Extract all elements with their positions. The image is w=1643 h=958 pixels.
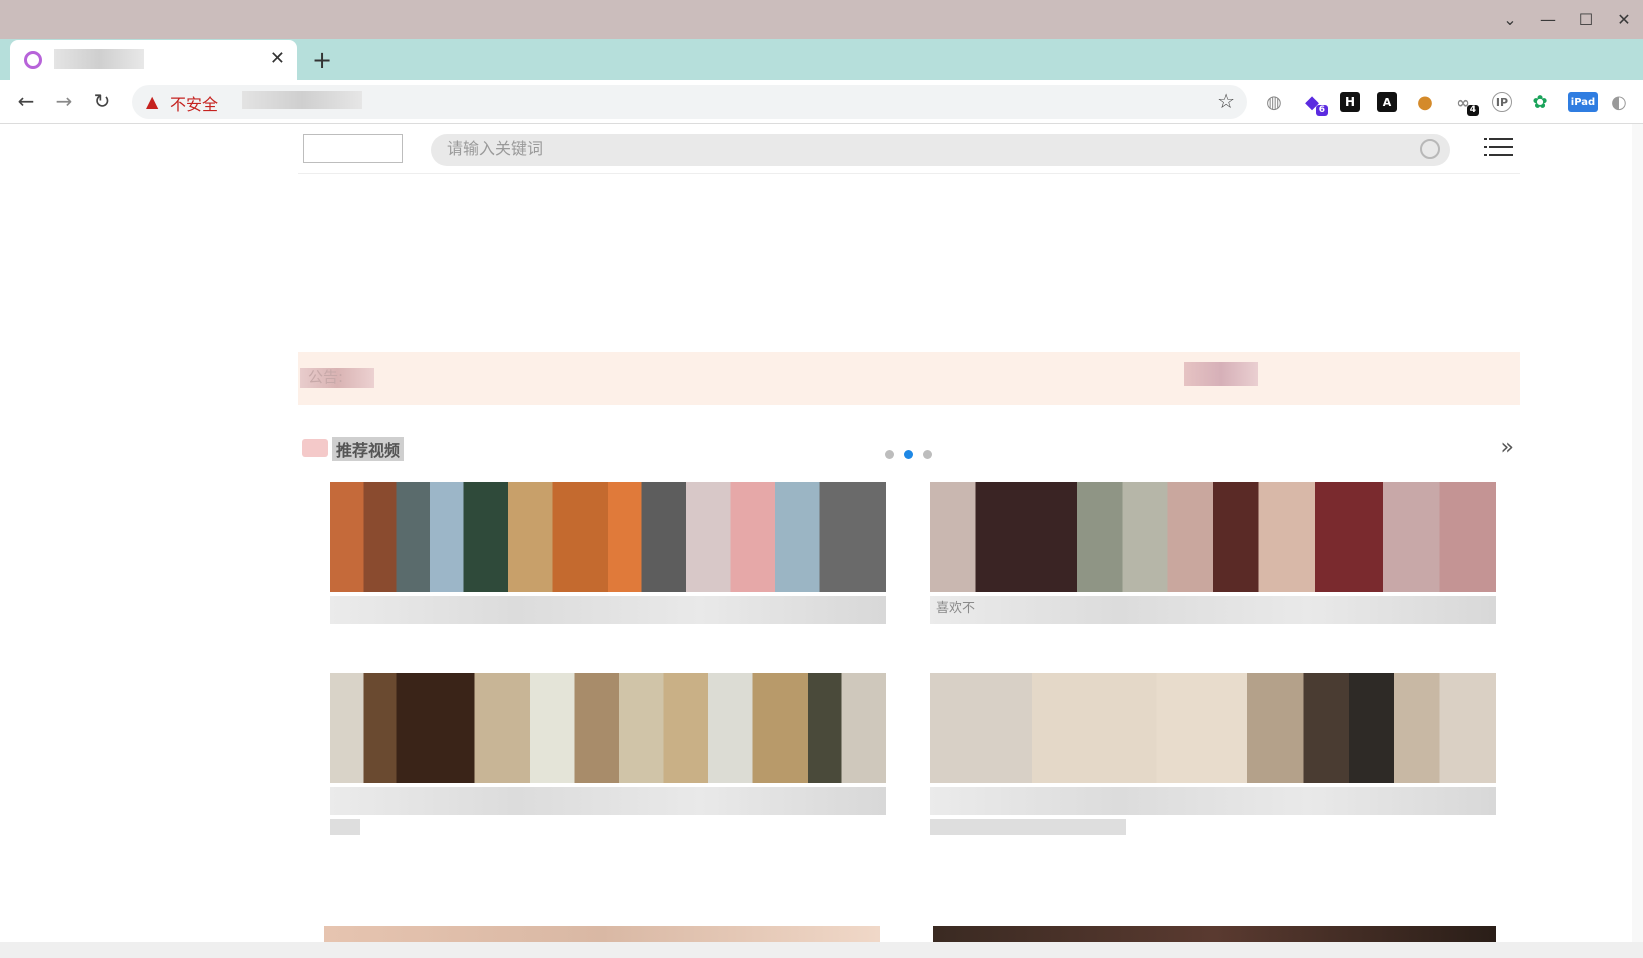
aitab-ext-glyph: A [1382,95,1392,109]
video-thumbnail[interactable] [930,673,1496,783]
video-thumbnail[interactable] [930,482,1496,592]
ip-ext-glyph: IP [1495,95,1509,109]
video-thumbnail[interactable] [330,482,886,592]
section-title: 推荐视频 [332,437,405,461]
recommended-section-header: 推荐视频 » [298,435,1520,465]
video-thumbnail[interactable] [933,926,1496,942]
page-viewport: 公告: 推荐视频 » 喜欢不 [0,124,1643,942]
notice-bar: 公告: [298,352,1520,405]
video-card[interactable] [933,926,1496,942]
notice-link[interactable] [1184,362,1258,386]
search-bar [431,134,1450,166]
video-caption[interactable] [330,787,886,815]
video-card[interactable] [324,926,880,942]
video-caption[interactable] [330,596,886,624]
video-caption[interactable] [930,787,1496,815]
ipad-ext-glyph: iPad [1570,96,1596,108]
site-favicon-icon [24,51,42,69]
globe-ext-icon[interactable]: ◍ [1264,91,1284,113]
url-text[interactable] [242,91,362,109]
mouse-ext-icon[interactable]: ◐ [1609,91,1629,113]
video-meta [930,819,1126,835]
more-chevron-icon[interactable]: » [1501,435,1514,460]
horizontal-scrollbar[interactable] [0,942,1643,958]
tab-search-chevron-icon[interactable]: ⌄ [1491,0,1529,39]
cube-ext-icon[interactable]: ◆ 6 [1302,92,1328,116]
browser-tab[interactable]: ✕ [10,40,297,80]
video-thumbnail[interactable] [330,673,886,783]
mouse-ext-glyph: ◐ [1611,91,1627,113]
gear-ext-glyph: ✿ [1532,91,1548,113]
extension-badge: 4 [1466,105,1479,116]
back-arrow-icon[interactable]: ← [12,88,40,114]
maximize-icon[interactable]: ☐ [1567,0,1605,39]
browser-toolbar: ← → ↻ ▲ 不安全 ☆ ◍ ◆ 6 H A ● ∞ 4 IP ✿ iPad ◐ [0,80,1643,124]
reload-icon[interactable]: ↻ [88,88,116,114]
video-thumbnail[interactable] [324,926,880,942]
video-card[interactable]: 喜欢不 [930,482,1496,624]
security-label[interactable]: 不安全 [170,91,218,115]
ip-ext-icon[interactable]: IP [1492,92,1512,112]
video-card[interactable] [330,482,886,624]
ipad-ext-icon[interactable]: iPad [1568,92,1598,112]
site-logo[interactable] [303,134,403,163]
cookie-ext-icon[interactable]: ● [1415,91,1435,113]
warning-triangle-icon: ▲ [146,92,159,111]
h-ext-glyph: H [1344,95,1356,109]
site-header [298,124,1520,174]
video-card[interactable] [330,673,886,835]
forward-arrow-icon[interactable]: → [50,88,78,114]
window-controls: ⌄ — ☐ ✕ [1491,0,1643,39]
search-icon[interactable] [1420,139,1440,159]
tab-strip: ✕ [0,39,1643,80]
new-tab-button[interactable]: + [312,46,332,74]
tab-title [54,49,144,69]
extension-badge: 6 [1315,105,1328,116]
video-meta [330,819,360,835]
tab-close-icon[interactable]: ✕ [270,48,285,70]
cookie-ext-glyph: ● [1417,91,1433,113]
video-caption[interactable]: 喜欢不 [930,596,1496,624]
close-window-icon[interactable]: ✕ [1605,0,1643,39]
thumbs-up-icon [302,439,328,457]
address-bar[interactable]: ▲ 不安全 ☆ [132,85,1247,119]
aitab-ext-icon[interactable]: A [1377,92,1397,112]
vertical-scrollbar[interactable] [1632,124,1643,942]
globe-ext-glyph: ◍ [1266,91,1282,113]
gear-ext-icon[interactable]: ✿ [1530,91,1550,113]
window-titlebar: ⌄ — ☐ ✕ [0,0,1643,39]
bookmark-star-icon[interactable]: ☆ [1217,89,1235,113]
video-card[interactable] [930,673,1496,835]
h-ext-icon[interactable]: H [1340,92,1360,112]
minimize-icon[interactable]: — [1529,0,1567,39]
notice-label: 公告: [308,368,344,386]
menu-list-icon[interactable] [1484,138,1513,158]
search-input[interactable] [447,140,1347,160]
banner-carousel[interactable] [298,176,1520,466]
link-ext-icon[interactable]: ∞ 4 [1453,92,1479,116]
